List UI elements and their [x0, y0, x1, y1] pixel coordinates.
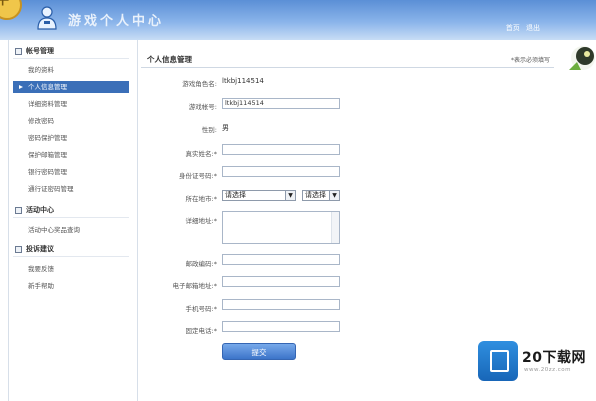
page-body: 帐号管理 我的资料 个人信息管理 详细资料管理 修改密码 密码保护管理 保护邮箱… [8, 40, 558, 401]
mobile-label: 手机号码:* [185, 305, 217, 313]
banner-title: 游戏个人中心 [68, 14, 165, 29]
sidebar: 帐号管理 我的资料 个人信息管理 详细资料管理 修改密码 密码保护管理 保护邮箱… [9, 40, 138, 401]
sidebar-item-personal-info[interactable]: 个人信息管理 [13, 81, 129, 93]
watermark-brand: 20下载网 [522, 350, 586, 366]
phone-input[interactable] [222, 321, 340, 332]
sidebar-item-password-protection[interactable]: 密码保护管理 [9, 132, 129, 144]
idcard-input[interactable] [222, 166, 340, 177]
sidebar-section-title: 帐号管理 [26, 47, 54, 55]
watermark-logo [478, 341, 518, 381]
idcard-label: 身份证号码:* [179, 172, 217, 180]
top-banner: 牛 游戏个人中心 首页 退出 [0, 0, 596, 40]
sidebar-section-feedback[interactable]: 投诉建议 [9, 242, 137, 256]
download-box-icon [490, 350, 509, 372]
submit-button[interactable]: 提交 [222, 343, 296, 360]
collapse-icon [15, 206, 22, 214]
mascot-icon [569, 46, 595, 70]
sidebar-item-passport-password[interactable]: 通行证密码管理 [9, 183, 129, 195]
realname-input[interactable] [222, 144, 340, 155]
page-title: 个人信息管理 [147, 55, 192, 64]
user-profile-icon [37, 6, 57, 30]
address-label: 详细地址:* [185, 217, 217, 225]
scrollbar[interactable] [331, 212, 339, 243]
divider [13, 58, 129, 59]
sidebar-section-account[interactable]: 帐号管理 [9, 44, 137, 58]
top-links: 首页 退出 [502, 23, 540, 33]
chevron-down-icon: ▼ [329, 191, 339, 200]
postcode-input[interactable] [222, 254, 340, 265]
sidebar-item-help[interactable]: 新手帮助 [9, 280, 129, 292]
sidebar-section-activity[interactable]: 活动中心 [9, 203, 137, 217]
divider [13, 256, 129, 257]
account-input[interactable]: ltkbj114514 [222, 98, 340, 109]
required-hint: *表示必须填写 [510, 57, 550, 64]
city-select-value: 请选择 [305, 191, 326, 199]
account-label: 游戏帐号: [188, 103, 217, 111]
sidebar-item-bank-password[interactable]: 银行密码管理 [9, 166, 129, 178]
postcode-label: 邮政编码:* [185, 260, 217, 268]
sidebar-section-title: 投诉建议 [26, 245, 54, 253]
gender-label: 性别: [201, 126, 217, 134]
sidebar-item-prize-query[interactable]: 活动中心奖品查询 [9, 224, 129, 236]
email-label: 电子邮箱地址:* [172, 282, 217, 290]
sidebar-item-detailed-info[interactable]: 详细资料管理 [9, 98, 129, 110]
phone-label: 固定电话:* [185, 327, 217, 335]
mobile-input[interactable] [222, 299, 340, 310]
collapse-icon [15, 47, 22, 55]
sidebar-item-change-password[interactable]: 修改密码 [9, 115, 129, 127]
home-link[interactable]: 首页 [506, 24, 520, 32]
city-select[interactable]: 请选择 ▼ [302, 190, 340, 201]
region-label: 所在地市:* [185, 195, 217, 203]
sidebar-item-my-profile[interactable]: 我的资料 [9, 64, 129, 76]
divider [13, 217, 129, 218]
sidebar-item-feedback[interactable]: 我要反馈 [9, 263, 129, 275]
email-input[interactable] [222, 276, 340, 287]
address-textarea[interactable] [222, 211, 340, 244]
corner-badge: 牛 [0, 0, 22, 20]
nickname-value: ltkbj114514 [222, 77, 264, 85]
collapse-icon [15, 245, 22, 253]
nickname-label: 游戏角色名: [182, 80, 217, 88]
chevron-down-icon: ▼ [285, 191, 295, 200]
realname-label: 真实姓名:* [185, 150, 217, 158]
corner-badge-char: 牛 [0, 0, 10, 8]
sidebar-section-title: 活动中心 [26, 206, 54, 214]
province-select-value: 请选择 [225, 191, 246, 199]
gender-value: 男 [222, 124, 229, 132]
logout-link[interactable]: 退出 [526, 24, 540, 32]
watermark-url: www.20zz.com [524, 367, 572, 373]
sidebar-item-security-email[interactable]: 保护邮箱管理 [9, 149, 129, 161]
province-select[interactable]: 请选择 ▼ [222, 190, 296, 201]
panel-header: 个人信息管理 *表示必须填写 [141, 52, 554, 68]
